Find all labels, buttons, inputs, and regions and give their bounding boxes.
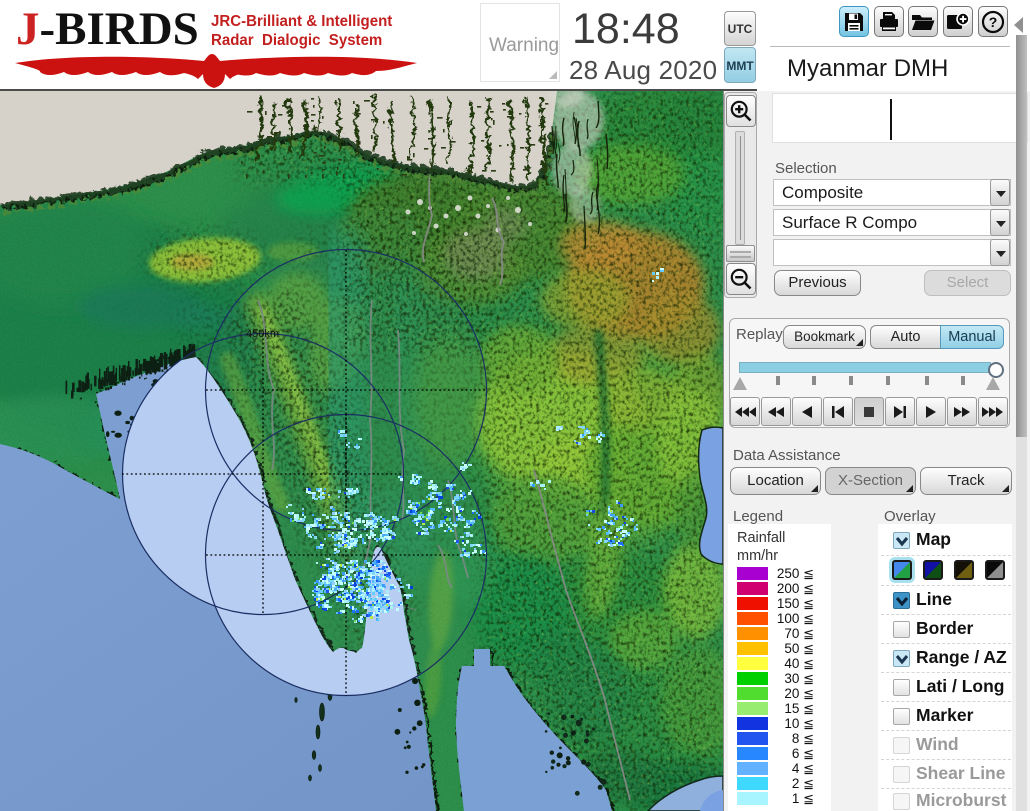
svg-text:?: ? (989, 14, 998, 30)
svg-text:450km: 450km (246, 328, 279, 340)
